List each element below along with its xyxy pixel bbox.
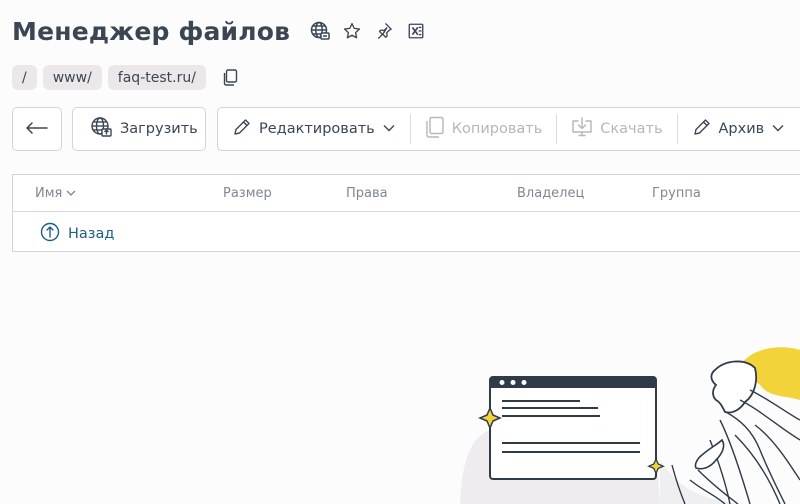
empty-state-illustration (440, 340, 800, 504)
parent-directory-link[interactable]: Назад (40, 222, 114, 246)
column-header-owner[interactable]: Владелец (517, 186, 584, 201)
column-header-size[interactable]: Размер (223, 186, 272, 201)
page-title: Менеджер файлов (12, 16, 291, 46)
download-label: Скачать (600, 121, 663, 137)
globe-upload-icon (90, 116, 112, 142)
table-header: Имя Размер Права Владелец Группа (13, 175, 800, 212)
title-icons (310, 21, 426, 41)
chevron-down-icon (382, 121, 396, 137)
star-icon[interactable] (342, 21, 362, 41)
excel-icon[interactable] (406, 21, 426, 41)
edit-label: Редактировать (259, 121, 375, 137)
chevron-down-icon (65, 186, 77, 201)
copy-path-icon[interactable] (222, 68, 240, 88)
copy-label: Копировать (451, 121, 543, 137)
chevron-down-icon (771, 121, 785, 137)
parent-directory-label: Назад (68, 226, 115, 242)
archive-label: Архив (718, 121, 765, 137)
toolbar: Загрузить Редактировать Копировать Скача… (12, 107, 800, 151)
breadcrumb-item-www[interactable]: www/ (42, 65, 102, 90)
column-header-group[interactable]: Группа (652, 186, 701, 201)
globe-icon[interactable] (310, 21, 330, 41)
download-button[interactable]: Скачать (557, 114, 678, 144)
breadcrumb-item-root[interactable]: / (12, 65, 37, 90)
arrow-left-icon (25, 120, 49, 139)
breadcrumb-item-domain[interactable]: faq-test.ru/ (107, 65, 206, 90)
pin-icon[interactable] (374, 21, 394, 41)
file-table: Имя Размер Права Владелец Группа Назад (12, 174, 800, 252)
title-row: Менеджер файлов (12, 14, 426, 48)
table-row: Назад (13, 212, 800, 252)
archive-button[interactable]: Архив (678, 114, 800, 144)
pencil-icon (692, 117, 712, 141)
breadcrumb: / www/ faq-test.ru/ (12, 65, 240, 90)
pencil-icon (232, 117, 252, 141)
edit-button[interactable]: Редактировать (218, 114, 411, 144)
upload-label: Загрузить (120, 121, 198, 137)
arrow-up-circle-icon (40, 222, 60, 246)
copy-button[interactable]: Копировать (411, 114, 558, 144)
download-icon (571, 117, 593, 141)
upload-button[interactable]: Загрузить (72, 107, 206, 151)
file-actions-group: Редактировать Копировать Скачать Архив (217, 107, 800, 151)
back-button[interactable] (12, 107, 62, 151)
copy-icon (425, 116, 445, 142)
column-header-permissions[interactable]: Права (346, 186, 388, 201)
column-header-name[interactable]: Имя (35, 186, 77, 201)
